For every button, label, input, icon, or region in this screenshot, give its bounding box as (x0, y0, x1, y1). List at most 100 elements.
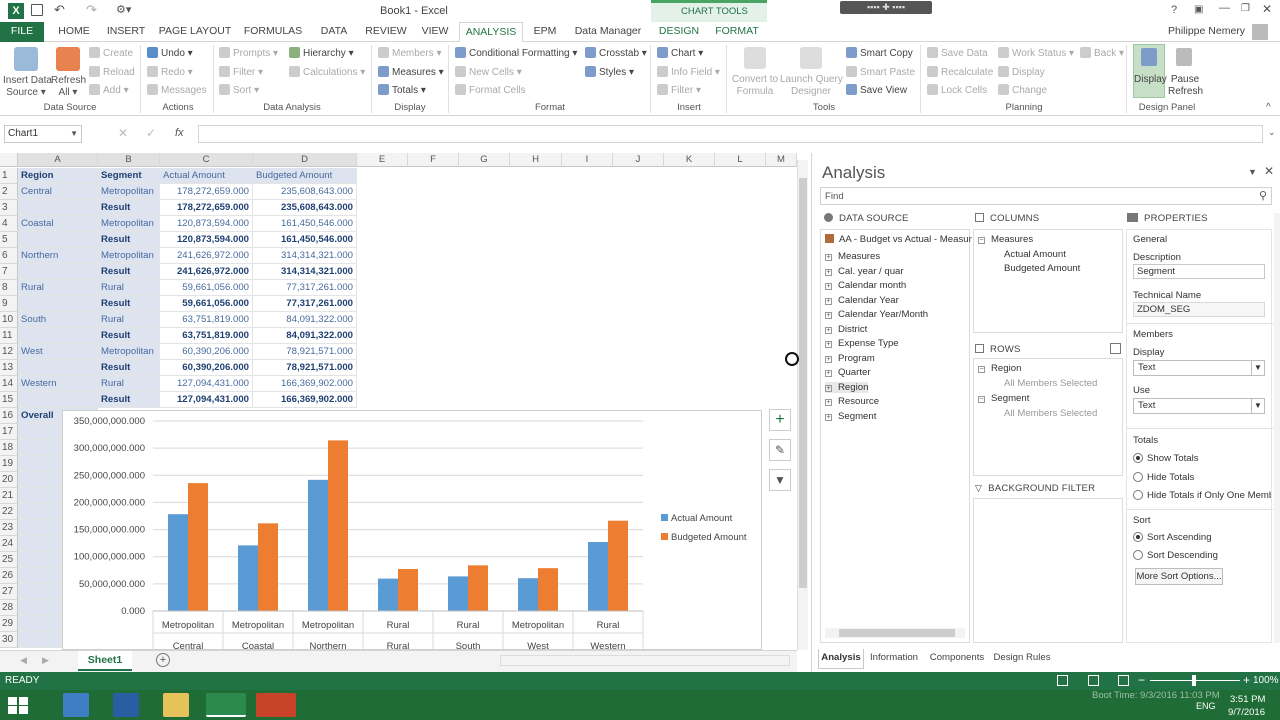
pause-refresh-button[interactable]: Pause Refresh (1168, 74, 1203, 98)
row-header[interactable]: 24 (0, 536, 18, 552)
table-cell[interactable]: Metropolitan (98, 216, 160, 232)
tree-item[interactable]: + Calendar month (825, 280, 906, 291)
row-header[interactable]: 21 (0, 488, 18, 504)
table-cell[interactable] (18, 584, 62, 600)
row-header[interactable]: 19 (0, 456, 18, 472)
row-header[interactable]: 18 (0, 440, 18, 456)
table-cell[interactable]: 59,661,056.000 (160, 296, 253, 312)
tab-formulas[interactable]: FORMULAS (241, 22, 305, 42)
add-button[interactable]: Add ▾ (89, 84, 129, 96)
zoom-in-icon[interactable]: + (1243, 673, 1250, 687)
new-cells-button[interactable]: New Cells ▾ (455, 66, 522, 78)
tree-hscroll-thumb[interactable] (839, 629, 955, 637)
recalculate-button[interactable]: Recalculate (927, 66, 993, 78)
tree-item[interactable]: + Expense Type (825, 338, 899, 349)
prompts-button[interactable]: Prompts ▾ (219, 47, 278, 59)
table-cell[interactable] (18, 392, 98, 408)
tree-hscrollbar[interactable] (825, 628, 965, 638)
page-layout-view-icon[interactable] (1088, 675, 1099, 686)
language-indicator[interactable]: ENG (1196, 701, 1216, 711)
table-cell[interactable] (18, 536, 62, 552)
tree-item[interactable]: + Cal. year / quar (825, 266, 904, 277)
table-cell[interactable]: Rural (98, 280, 160, 296)
select-all-corner[interactable] (0, 153, 18, 167)
excel-taskbar-icon[interactable] (206, 693, 246, 717)
smart-copy-button[interactable]: Smart Copy (846, 47, 913, 59)
column-item[interactable]: Budgeted Amount (1004, 263, 1080, 274)
table-cell[interactable]: 84,091,322.000 (253, 328, 357, 344)
column-header[interactable]: M (766, 153, 797, 167)
table-cell[interactable]: Result (98, 296, 160, 312)
chart-filters-button[interactable]: ▼ (769, 469, 791, 491)
table-cell[interactable]: Result (98, 232, 160, 248)
table-cell[interactable]: 241,626,972.000 (160, 264, 253, 280)
clock-time[interactable]: 3:51 PM (1230, 694, 1265, 705)
table-cell[interactable] (18, 296, 98, 312)
table-cell[interactable]: 59,661,056.000 (160, 280, 253, 296)
sheet-tab-sheet1[interactable]: Sheet1 (78, 651, 132, 671)
row-item-segment[interactable]: − Segment (978, 393, 1029, 404)
zoom-out-icon[interactable]: − (1138, 673, 1145, 687)
background-filter-box[interactable] (973, 498, 1123, 643)
table-cell[interactable] (18, 440, 62, 456)
column-header[interactable]: L (715, 153, 766, 167)
table-cell[interactable]: Actual Amount (160, 168, 253, 184)
tab-page-layout[interactable]: PAGE LAYOUT (157, 22, 233, 42)
tree-item[interactable]: + Resource (825, 396, 879, 407)
measures-button[interactable]: Measures ▾ (378, 66, 444, 78)
description-input[interactable]: Segment (1133, 264, 1265, 279)
table-cell[interactable] (18, 504, 62, 520)
table-cell[interactable]: 120,873,594.000 (160, 216, 253, 232)
table-cell[interactable]: Coastal (18, 216, 98, 232)
column-header[interactable]: A (18, 153, 98, 167)
format-cells-button[interactable]: Format Cells (455, 84, 526, 96)
table-cell[interactable]: 78,921,571.000 (253, 360, 357, 376)
refresh-all-button[interactable]: Refresh All ▾ (51, 75, 86, 99)
folder-icon[interactable] (163, 693, 189, 717)
column-header[interactable]: H (510, 153, 562, 167)
properties-scrollbar[interactable] (1274, 213, 1280, 643)
pane-close-icon[interactable]: ✕ (1264, 164, 1274, 178)
table-cell[interactable]: Result (98, 264, 160, 280)
table-cell[interactable]: Metropolitan (98, 344, 160, 360)
expand-icon[interactable]: + (825, 254, 832, 261)
tab-data[interactable]: DATA (313, 22, 355, 42)
table-cell[interactable]: Western (18, 376, 98, 392)
redo-button[interactable]: Redo ▾ (147, 66, 193, 78)
rows-box[interactable]: − Region All Members Selected − Segment Al… (973, 358, 1123, 476)
filter-button[interactable]: Filter ▾ (219, 66, 263, 78)
table-cell[interactable]: 78,921,571.000 (253, 344, 357, 360)
table-cell[interactable]: 178,272,659.000 (160, 184, 253, 200)
messages-button[interactable]: Messages (147, 84, 207, 96)
pane-tab-analysis[interactable]: Analysis (818, 649, 864, 669)
hide-totals-one-radio[interactable]: Hide Totals if Only One Memb (1133, 490, 1271, 501)
row-header[interactable]: 3 (0, 200, 18, 216)
table-cell[interactable] (18, 264, 98, 280)
undo-button[interactable]: Undo ▾ (147, 47, 193, 59)
conditional-formatting-button[interactable]: Conditional Formatting ▾ (455, 47, 577, 59)
collapse-ribbon-icon[interactable]: ^ (1266, 102, 1271, 113)
sort-ascending-radio[interactable]: Sort Ascending (1133, 532, 1212, 543)
lock-cells-button[interactable]: Lock Cells (927, 84, 987, 96)
table-cell[interactable]: 60,390,206.000 (160, 344, 253, 360)
column-header[interactable]: F (408, 153, 459, 167)
pane-tab-information[interactable]: Information (866, 649, 922, 669)
table-cell[interactable]: 77,317,261.000 (253, 280, 357, 296)
hierarchy-button[interactable]: Hierarchy ▾ (289, 47, 354, 59)
tab-epm[interactable]: EPM (529, 22, 561, 42)
zoom-level[interactable]: 100% (1253, 675, 1279, 686)
table-cell[interactable]: 314,314,321.000 (253, 248, 357, 264)
hide-totals-radio[interactable]: Hide Totals (1133, 472, 1194, 483)
save-icon[interactable] (31, 4, 43, 16)
launch-query-designer-button[interactable]: Launch Query Designer (780, 74, 843, 98)
table-cell[interactable]: South (18, 312, 98, 328)
tab-insert[interactable]: INSERT (103, 22, 149, 42)
calculations-button[interactable]: Calculations ▾ (289, 66, 365, 78)
ribbon-options-icon[interactable]: ▣ (1194, 4, 1203, 15)
crosstab-button[interactable]: Crosstab ▾ (585, 47, 647, 59)
tab-file[interactable]: FILE (0, 22, 44, 42)
row-header[interactable]: 15 (0, 392, 18, 408)
row-header[interactable]: 4 (0, 216, 18, 232)
zoom-slider[interactable] (1150, 675, 1240, 686)
table-cell[interactable]: Central (18, 184, 98, 200)
